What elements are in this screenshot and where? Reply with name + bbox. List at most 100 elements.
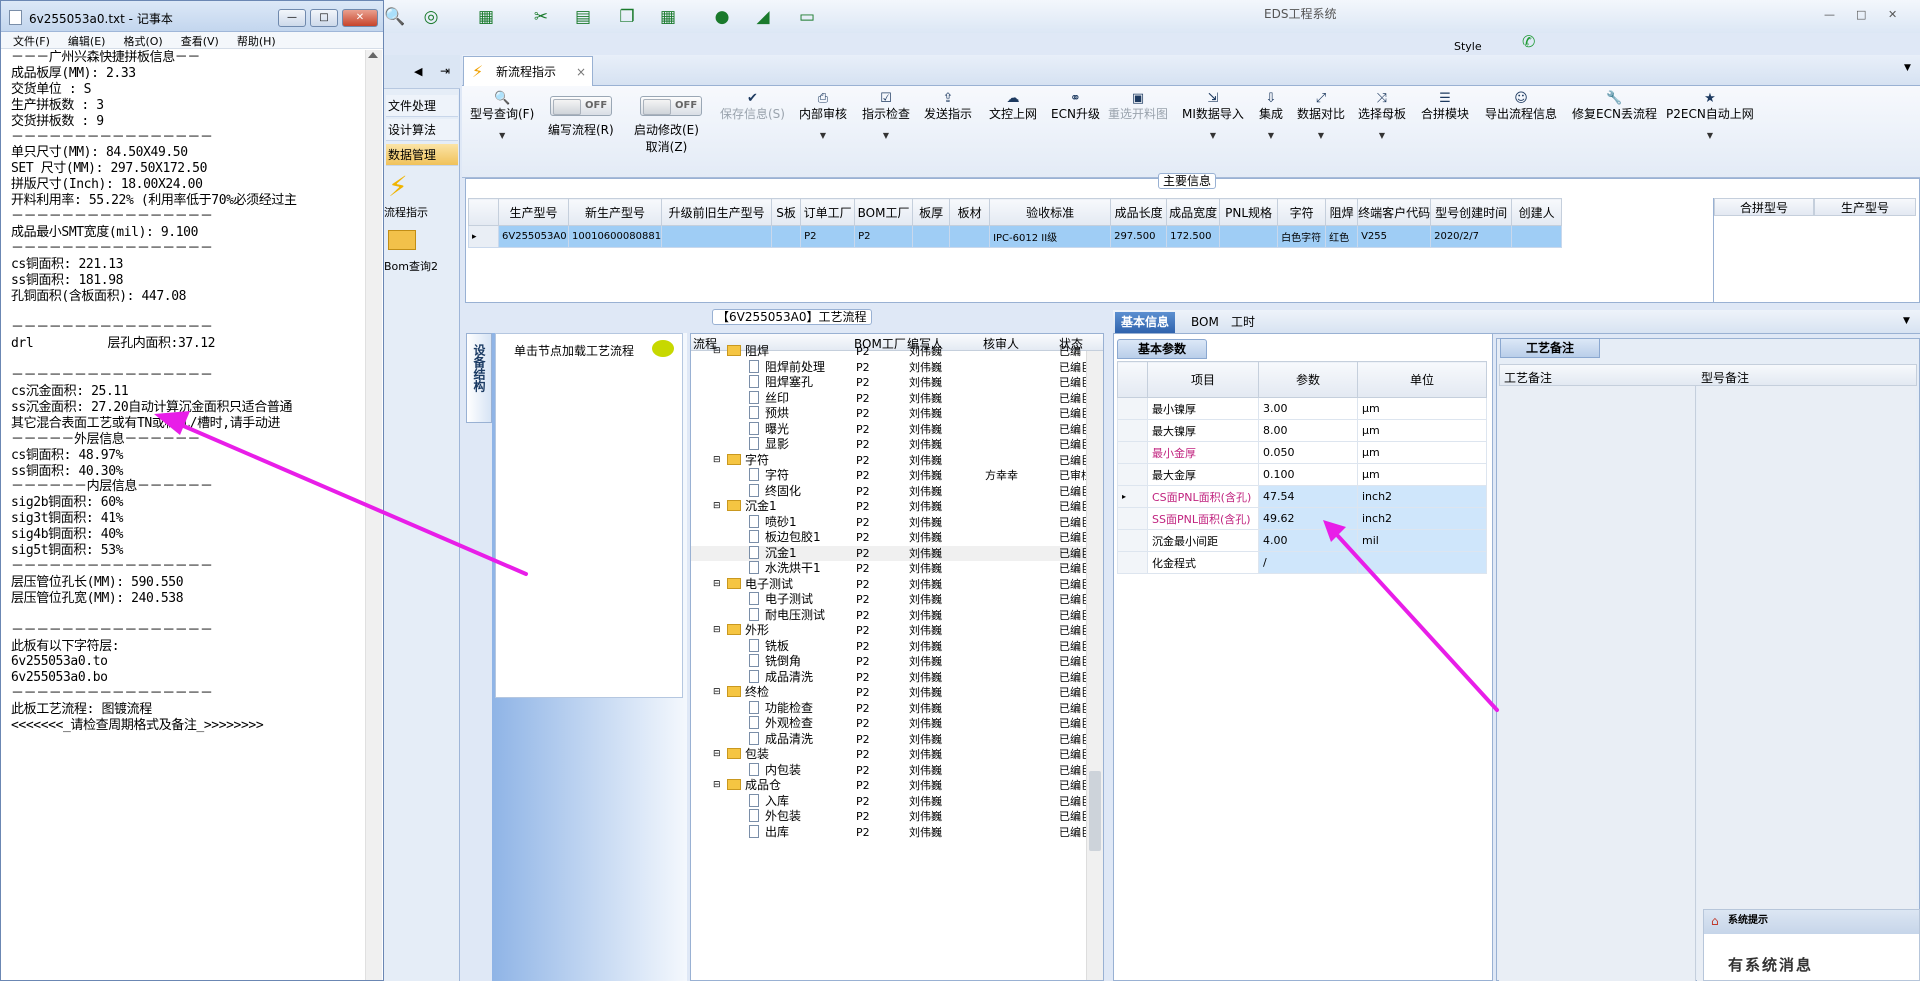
col-header[interactable]: 项目 (1147, 361, 1259, 398)
col-header[interactable]: 生产型号 (498, 198, 569, 226)
tab-basic-params[interactable]: 基本参数 (1117, 339, 1207, 359)
flow-icon[interactable]: ⚡ (388, 170, 408, 203)
menu-view[interactable]: 查看(V) (169, 32, 225, 49)
user-icon[interactable]: ● (711, 6, 733, 28)
menu-file[interactable]: 文件(F) (1, 32, 56, 49)
collapse-icon[interactable]: ⊟ (713, 623, 721, 639)
process-node[interactable]: 阻焊前处理 (749, 359, 825, 376)
col-header[interactable]: 新生产型号 (567, 198, 663, 226)
table-cell[interactable] (661, 225, 773, 248)
process-node[interactable]: 铣倒角 (749, 654, 801, 670)
tree-row[interactable]: 喷砂1 P2 刘伟巍 已编巨 (691, 514, 1092, 531)
tab-process-remark[interactable]: 工艺备注 (1500, 338, 1600, 358)
nav-item-file[interactable]: 文件处理 (386, 95, 458, 117)
process-node[interactable]: 外观检查 (749, 716, 813, 732)
col-header[interactable]: 单位 (1357, 361, 1487, 398)
tree-scrollbar[interactable] (1086, 351, 1103, 980)
param-value[interactable]: 47.54 (1258, 485, 1358, 508)
table-cell[interactable]: 白色字符 (1277, 225, 1327, 248)
process-node[interactable]: 包装 (727, 747, 769, 763)
row-selector[interactable] (1117, 529, 1148, 552)
param-value[interactable]: 3.00 (1258, 397, 1358, 420)
tree-row[interactable]: 阻焊 ⊟ P2 刘伟巍 已编 (691, 344, 1086, 360)
nav-bom-label[interactable]: Bom查询2 (384, 258, 438, 274)
row-selector[interactable] (1117, 441, 1148, 464)
col-header[interactable]: 参数 (1258, 361, 1358, 398)
col-header[interactable]: 工艺备注 (1504, 369, 1552, 386)
col-header[interactable]: 型号备注 (1701, 369, 1749, 386)
tree-row[interactable]: 功能检查 P2 刘伟巍 已编巨 (691, 700, 1092, 717)
process-node[interactable]: 字符 (749, 468, 789, 484)
app-minimize-icon[interactable]: — (1824, 8, 1835, 21)
tree-row[interactable]: 包装 ⊟ P2 刘伟巍 已编巨 (691, 747, 1092, 763)
table-cell[interactable]: IPC-6012 II级 (989, 225, 1112, 248)
model-query-button[interactable]: 🔍 型号查询(F) ▼ (470, 90, 534, 144)
tab-close-icon[interactable]: × (576, 57, 586, 87)
param-row[interactable]: 最小金厚 0.050 μm (1117, 441, 1487, 464)
table-cell[interactable]: 6V255053A0 (498, 225, 569, 248)
tree-row[interactable]: 成品清洗 P2 刘伟巍 已编巨 (691, 669, 1092, 686)
tree-row[interactable]: 入库 P2 刘伟巍 已编巨 (691, 793, 1092, 810)
tree-row[interactable]: 电子测试 ⊟ P2 刘伟巍 已编巨 (691, 577, 1092, 593)
process-node[interactable]: 曝光 (749, 421, 789, 438)
process-node[interactable]: 铣板 (749, 638, 789, 655)
start-modify-toggle[interactable]: OFF (640, 96, 702, 116)
repair-ecn-button[interactable]: 🔧 修复ECN丢流程 (1572, 90, 1657, 123)
tree-row[interactable]: 成品仓 ⊟ P2 刘伟巍 已编巨 (691, 778, 1092, 794)
tree-row[interactable]: 电子测试 P2 刘伟巍 已编巨 (691, 592, 1092, 608)
notepad-text-area[interactable]: －－－广州兴森快捷拼板信息－－ 成品板厚(MM): 2.33 交货单位 : S … (11, 50, 366, 980)
param-value[interactable]: 8.00 (1258, 419, 1358, 442)
tree-row[interactable]: 内包装 P2 刘伟巍 已编巨 (691, 762, 1092, 779)
reselect-cut-button[interactable]: ▣ 重选开料图 (1108, 90, 1168, 123)
row-selector[interactable] (1117, 419, 1148, 442)
nav-flow-label[interactable]: 流程指示 (384, 204, 428, 220)
process-node[interactable]: 丝印 (749, 390, 789, 407)
side-vtab[interactable]: 设备结构 (466, 333, 492, 423)
param-row[interactable]: 最大镍厚 8.00 μm (1117, 419, 1487, 442)
chart-icon[interactable]: ◢ (752, 6, 774, 28)
model-remark-cell[interactable] (1697, 386, 1916, 981)
process-node[interactable]: 阻焊 (727, 344, 769, 360)
row-selector[interactable] (1117, 551, 1148, 574)
lifebuoy-icon[interactable]: ◎ (420, 6, 442, 28)
tab-hours[interactable]: 工时 (1225, 312, 1261, 333)
process-node[interactable]: 沉金1 (749, 545, 797, 562)
col-header[interactable]: 成品长度 (1110, 198, 1168, 226)
send-instruction-button[interactable]: ⇪ 发送指示 (924, 90, 972, 123)
menu-help[interactable]: 帮助(H) (225, 32, 282, 49)
col-header[interactable]: 字符 (1277, 198, 1327, 226)
scissors-icon[interactable]: ✂ (530, 6, 552, 28)
process-node[interactable]: 电子测试 (749, 592, 813, 608)
collapse-icon[interactable]: ⊟ (713, 747, 721, 763)
merge-col-header[interactable]: 合拼型号 (1714, 198, 1814, 216)
col-header[interactable]: S板 (771, 198, 802, 226)
menu-format[interactable]: 格式(O) (111, 32, 168, 49)
monitor-icon[interactable]: ▭ (796, 6, 818, 28)
data-compare-button[interactable]: ⤢ 数据对比 ▼ (1297, 90, 1345, 144)
table-cell[interactable]: 172.500 (1166, 225, 1221, 248)
tree-row[interactable]: 字符 ⊟ P2 刘伟巍 已编巨 (691, 453, 1092, 469)
notepad-scrollbar[interactable] (365, 50, 382, 980)
phone-icon[interactable]: ✆ (1522, 32, 1535, 51)
table-cell[interactable]: P2 (854, 225, 914, 248)
tree-row[interactable]: 终固化 P2 刘伟巍 已编巨 (691, 483, 1092, 500)
param-value[interactable]: 49.62 (1258, 507, 1358, 530)
search-icon[interactable]: 🔍 (384, 6, 406, 28)
nav-item-data[interactable]: 数据管理 (386, 144, 458, 166)
tree-row[interactable]: 外包装 P2 刘伟巍 已编巨 (691, 809, 1092, 825)
param-row[interactable]: 沉金最小间距 4.00 mil (1117, 529, 1487, 552)
table-row[interactable]: ▸ 6V255053A0 10010600080881 P2 P2 IPC-6012 II… (468, 225, 1563, 248)
tab-new-flow[interactable]: ⚡ 新流程指示 × (463, 56, 593, 86)
collapse-icon[interactable]: ⊟ (713, 778, 721, 794)
collapse-icon[interactable]: ⊟ (713, 344, 721, 360)
tree-row[interactable]: 外形 ⊟ P2 刘伟巍 已编巨 (691, 623, 1092, 639)
collapse-icon[interactable]: ⊟ (713, 577, 721, 593)
grid-icon[interactable]: ▦ (657, 6, 679, 28)
tree-row[interactable]: 丝印 P2 刘伟巍 已编巨 (691, 390, 1092, 407)
tree-row[interactable]: 铣板 P2 刘伟巍 已编巨 (691, 638, 1092, 655)
tree-row[interactable]: 耐电压测试 P2 刘伟巍 已编巨 (691, 607, 1092, 624)
collapse-icon[interactable]: ⊟ (713, 685, 721, 701)
param-value[interactable]: 0.050 (1258, 441, 1358, 464)
write-flow-toggle[interactable]: OFF (550, 96, 612, 116)
param-value[interactable]: 0.100 (1258, 463, 1358, 486)
